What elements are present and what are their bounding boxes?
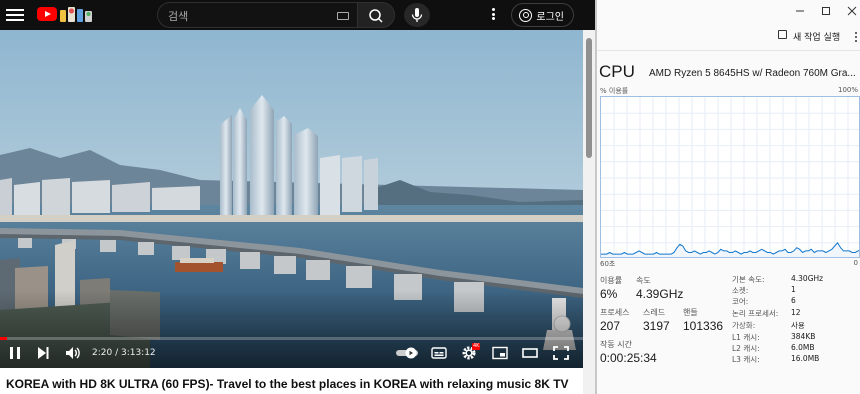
spec-value: 1 xyxy=(791,285,796,294)
speed-value: 4.39GHz xyxy=(636,287,684,301)
uptime-value: 0:00:25:34 xyxy=(600,351,657,365)
processes-label: 프로세스 xyxy=(600,308,630,317)
handles-label: 핸들 xyxy=(683,308,698,317)
spec-key: L1 캐시: xyxy=(732,333,760,342)
threads-value: 3197 xyxy=(643,319,670,333)
autoplay-toggle[interactable] xyxy=(395,347,419,359)
search-icon xyxy=(369,9,383,23)
progress-fill xyxy=(0,337,7,340)
youtube-window: 로그인 xyxy=(0,0,595,394)
video-frame xyxy=(0,30,583,368)
graph-zero-label: 0 xyxy=(853,259,858,267)
spec-value: 6.0MB xyxy=(791,343,815,352)
maximize-icon[interactable] xyxy=(821,6,831,16)
spec-key: 소켓: xyxy=(732,286,749,295)
utilization-value: 6% xyxy=(600,287,618,301)
quality-badge: 4K xyxy=(472,343,481,350)
youtube-logo[interactable] xyxy=(37,7,57,21)
processes-value: 207 xyxy=(600,319,621,333)
utilization-label: 이용률 xyxy=(600,276,623,285)
run-new-task-icon[interactable] xyxy=(778,30,787,39)
video-player[interactable]: 2:20 / 3:13:12 4K xyxy=(0,30,583,368)
volume-icon[interactable] xyxy=(65,346,81,360)
desktop: 로그인 xyxy=(0,0,860,394)
next-video-icon[interactable] xyxy=(36,346,50,360)
spec-value: 12 xyxy=(791,308,801,317)
scrollbar-thumb[interactable] xyxy=(586,38,592,158)
spec-value: 384KB xyxy=(791,332,816,341)
fullscreen-icon[interactable] xyxy=(553,346,569,360)
spec-value: 16.0MB xyxy=(791,354,820,363)
more-options-icon[interactable] xyxy=(488,8,498,22)
search-button[interactable] xyxy=(357,2,395,28)
close-icon[interactable] xyxy=(847,6,857,16)
run-new-task-button[interactable]: 새 작업 실행 xyxy=(793,30,840,43)
toolbar-separator xyxy=(597,50,860,51)
toolbar-more-icon[interactable] xyxy=(855,32,858,44)
graph-time-label: 60초 xyxy=(600,260,616,268)
uptime-label: 작동 시간 xyxy=(600,340,632,349)
time-display: 2:20 / 3:13:12 xyxy=(92,348,156,358)
spec-key: L2 캐시: xyxy=(732,344,760,353)
cpu-model-name: AMD Ryzen 5 8645HS w/ Radeon 760M Gra... xyxy=(649,68,856,79)
youtube-doodle-logo[interactable] xyxy=(58,4,94,24)
sign-in-button[interactable]: 로그인 xyxy=(511,3,574,27)
miniplayer-icon[interactable] xyxy=(492,346,508,360)
subtitles-icon[interactable] xyxy=(431,346,447,360)
player-controls: 2:20 / 3:13:12 4K xyxy=(0,334,583,368)
spec-key: 가상화: xyxy=(732,321,756,330)
spec-value: 6 xyxy=(791,296,796,305)
spec-key: 기본 속도: xyxy=(732,275,765,284)
window-controls xyxy=(597,0,860,22)
search-box xyxy=(157,2,357,28)
hamburger-menu-icon[interactable] xyxy=(6,6,24,24)
microphone-icon xyxy=(411,8,423,22)
spec-key: 논리 프로세서: xyxy=(732,309,779,318)
search-input[interactable] xyxy=(168,7,328,25)
spec-key: L3 캐시: xyxy=(732,355,760,364)
task-manager-toolbar: 새 작업 실행 xyxy=(597,26,860,48)
handles-value: 101336 xyxy=(683,319,724,333)
theater-mode-icon[interactable] xyxy=(522,346,538,360)
account-icon xyxy=(519,9,532,22)
cpu-graph-canvas xyxy=(601,97,859,257)
page-scrollbar[interactable] xyxy=(583,30,595,394)
threads-label: 스레드 xyxy=(643,308,666,317)
task-manager-window: 새 작업 실행 CPU AMD Ryzen 5 8645HS w/ Radeon… xyxy=(597,0,860,394)
speed-label: 속도 xyxy=(636,276,651,285)
pause-icon[interactable] xyxy=(8,346,22,360)
minimize-icon[interactable] xyxy=(795,6,805,16)
cpu-usage-graph xyxy=(600,96,860,258)
keyboard-icon[interactable] xyxy=(337,12,349,20)
spec-value: 사용 xyxy=(791,321,805,330)
sign-in-label: 로그인 xyxy=(536,11,564,23)
youtube-header: 로그인 xyxy=(0,0,595,30)
graph-max-label: 100% xyxy=(837,86,858,94)
cpu-heading: CPU xyxy=(599,62,635,81)
spec-key: 코어: xyxy=(732,297,749,306)
spec-value: 4.30GHz xyxy=(791,274,824,283)
graph-utilization-label: % 이용률 xyxy=(600,87,629,95)
video-title[interactable]: KOREA with HD 8K ULTRA (60 FPS)- Travel … xyxy=(6,377,581,391)
progress-bar[interactable] xyxy=(0,337,583,340)
voice-search-button[interactable] xyxy=(404,3,430,27)
